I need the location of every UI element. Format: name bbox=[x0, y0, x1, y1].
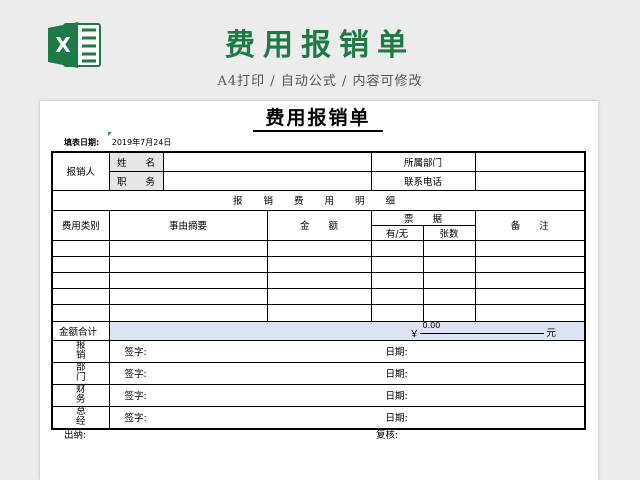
sign-label: 签字: bbox=[124, 391, 147, 402]
position-label: 职 务 bbox=[108, 170, 164, 191]
cashier-label: 出纳: bbox=[64, 430, 87, 441]
detail-row[interactable] bbox=[51, 287, 586, 305]
claimant-label: 报销人 bbox=[51, 151, 110, 191]
sign-label: 签字: bbox=[124, 413, 147, 424]
position-field[interactable] bbox=[162, 170, 372, 191]
sign-label: 签字: bbox=[124, 369, 147, 380]
cell-comment-marker-icon bbox=[108, 132, 112, 136]
header-remark: 备 注 bbox=[474, 209, 586, 241]
fill-date: 填表日期: 2019年7月24日 bbox=[64, 137, 171, 148]
banner-subtitle: A4打印 / 自动公式 / 内容可修改 bbox=[217, 74, 423, 89]
header-category: 费用类别 bbox=[51, 209, 110, 241]
total-unit: 元 bbox=[546, 327, 557, 339]
approval-row[interactable]: 签字: 日期: bbox=[108, 405, 586, 429]
expense-form-table: 报销人 姓 名 所属部门 职 务 联系电话 报 销 费 用 明 细 费用类别 事… bbox=[51, 151, 587, 430]
fill-date-value[interactable]: 2019年7月24日 bbox=[112, 138, 172, 147]
sign-label: 签字: bbox=[124, 347, 147, 358]
date-label: 日期: bbox=[385, 369, 408, 380]
header-has-receipt: 有/无 bbox=[370, 224, 424, 241]
dept-label: 所属部门 bbox=[370, 151, 476, 172]
detail-row[interactable] bbox=[51, 239, 586, 257]
detail-row[interactable] bbox=[51, 271, 586, 289]
header-receipt: 票 据 bbox=[370, 209, 476, 226]
approval-dept-cell: 总经 bbox=[51, 405, 110, 429]
header-summary: 事由摘要 bbox=[108, 209, 268, 241]
expense-form-sheet: 费用报销单 填表日期: 2019年7月24日 报销人 姓 名 所属部门 职 务 … bbox=[40, 101, 598, 480]
approval-row[interactable]: 签字: 日期: bbox=[108, 361, 586, 385]
date-label: 日期: bbox=[385, 413, 408, 424]
header-amount: 金 额 bbox=[266, 209, 372, 241]
approval-dept-cell: 报销 bbox=[51, 339, 110, 363]
phone-field[interactable] bbox=[474, 170, 586, 191]
total-label: 金额合计 bbox=[51, 320, 110, 341]
approval-row[interactable]: 签字: 日期: bbox=[108, 383, 586, 407]
detail-row[interactable] bbox=[51, 303, 586, 322]
total-amount: 0.00 bbox=[422, 321, 441, 330]
name-label: 姓 名 bbox=[108, 151, 164, 172]
detail-row[interactable] bbox=[51, 255, 586, 273]
detail-section-title: 报 销 费 用 明 细 bbox=[51, 189, 586, 211]
total-amount-cell[interactable]: ￥ 0.00 元 bbox=[108, 320, 586, 341]
name-field[interactable] bbox=[162, 151, 372, 172]
date-label: 日期: bbox=[385, 391, 408, 402]
reviewer-label: 复核: bbox=[376, 430, 399, 441]
header-receipt-count: 张数 bbox=[422, 224, 476, 241]
approval-dept-cell: 部门 bbox=[51, 361, 110, 385]
approval-dept-cell: 财务 bbox=[51, 383, 110, 407]
approval-row[interactable]: 签字: 日期: bbox=[108, 339, 586, 363]
sheet-title: 费用报销单 bbox=[253, 106, 383, 132]
phone-label: 联系电话 bbox=[370, 170, 476, 191]
total-underline bbox=[419, 332, 545, 334]
fill-date-label: 填表日期: bbox=[64, 138, 100, 147]
banner-title: 费用报销单 bbox=[225, 28, 415, 63]
dept-field[interactable] bbox=[474, 151, 586, 172]
total-currency: ￥ bbox=[409, 328, 420, 340]
date-label: 日期: bbox=[385, 347, 408, 358]
